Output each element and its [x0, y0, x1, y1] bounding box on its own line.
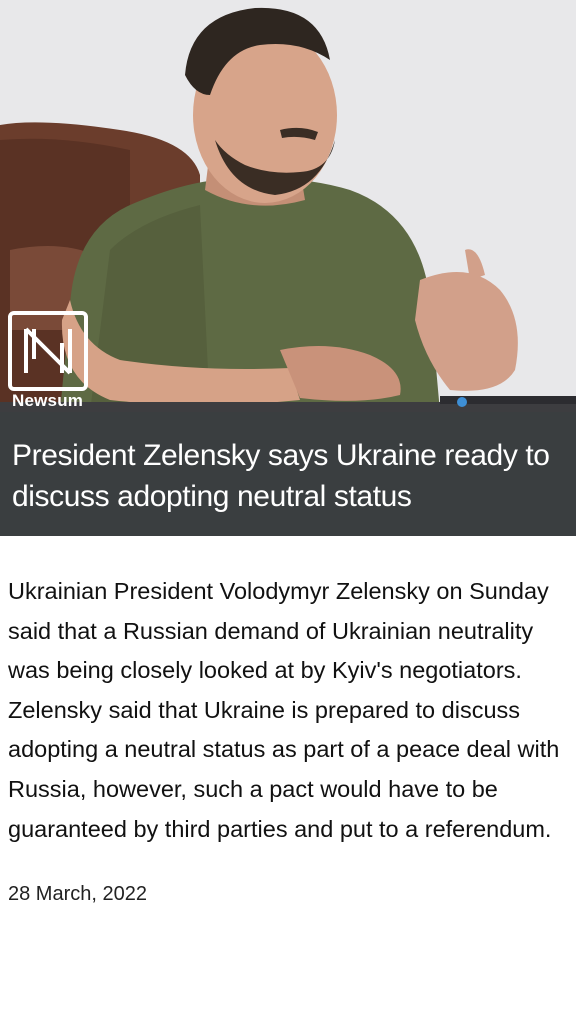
headline-band: President Zelensky says Ukraine ready to… — [0, 412, 576, 536]
newsum-logo-text: Newsum — [12, 391, 84, 410]
article-date: 28 March, 2022 — [8, 883, 147, 906]
article-headline: President Zelensky says Ukraine ready to… — [12, 439, 550, 513]
article-hero-image: Newsum — [0, 0, 576, 412]
article-body: Ukrainian President Volodymyr Zelensky o… — [0, 536, 576, 906]
newsum-logo-mark — [8, 311, 88, 391]
newsum-logo: Newsum — [8, 311, 88, 410]
article-paragraph-2: Zelensky said that Ukraine is prepared t… — [8, 696, 560, 842]
article-paragraph-1: Ukrainian President Volodymyr Zelensky o… — [8, 578, 549, 684]
